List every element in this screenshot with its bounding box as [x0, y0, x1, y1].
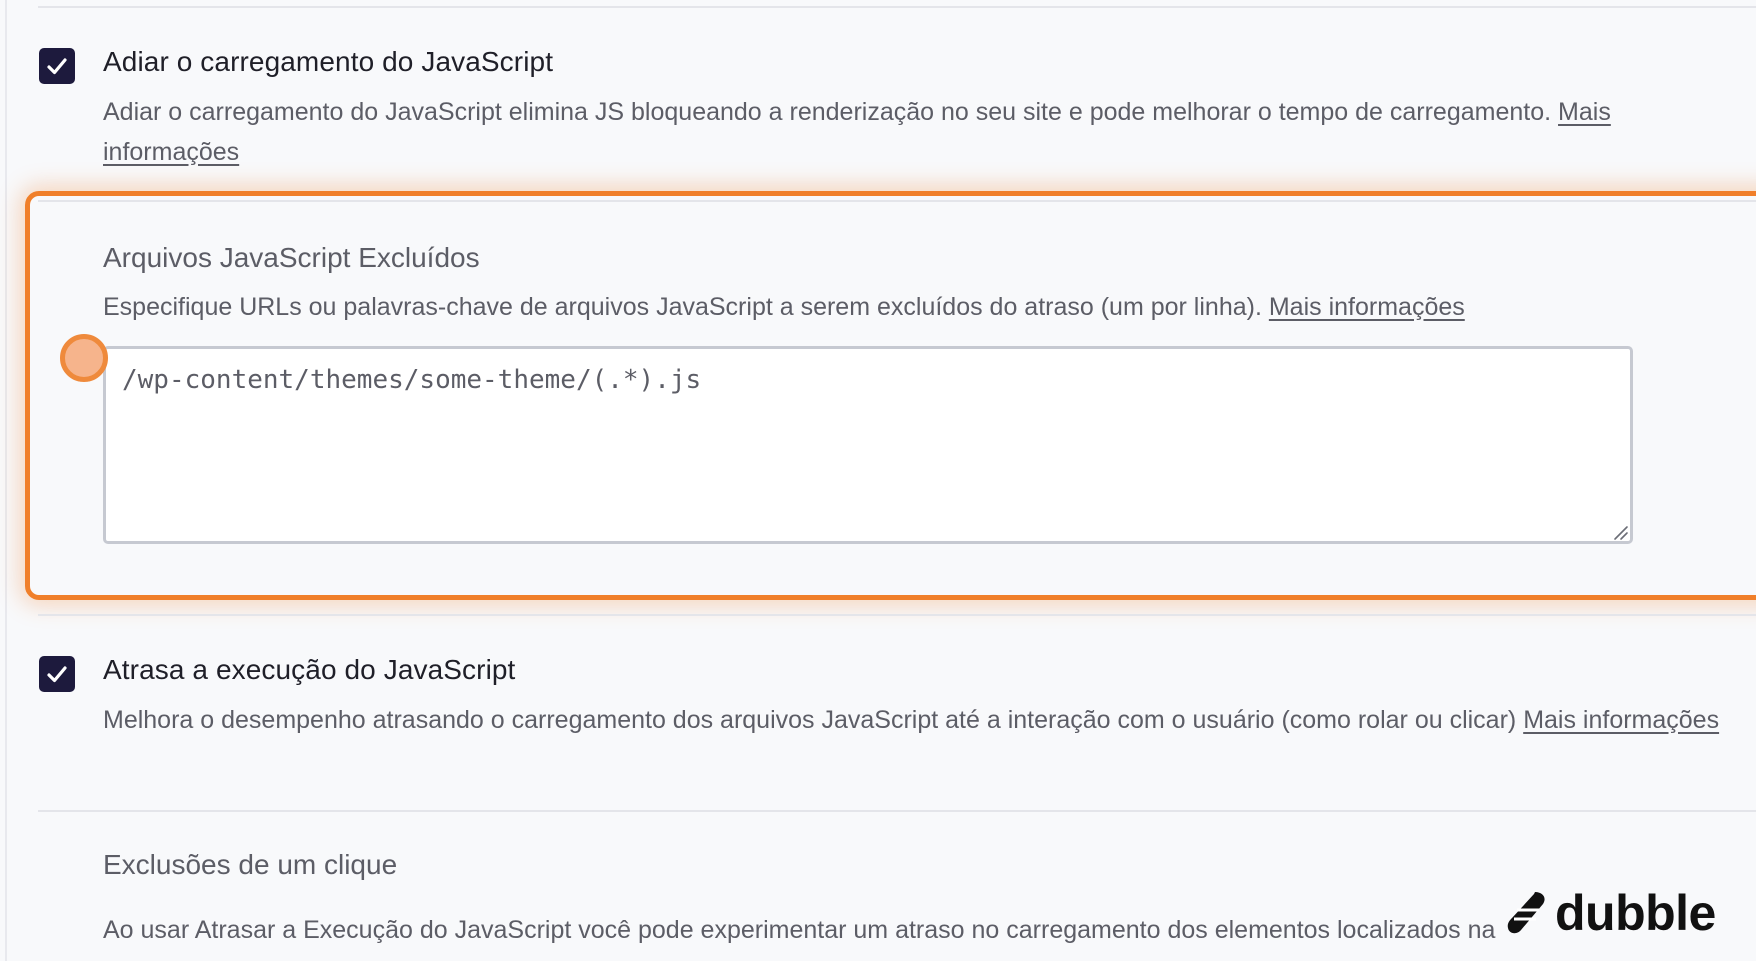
divider-bottom [38, 810, 1756, 812]
checkmark-icon [47, 666, 67, 683]
defer-js-title: Adiar o carregamento do JavaScript [103, 46, 554, 77]
defer-js-description: Adiar o carregamento do JavaScript elimi… [103, 92, 1743, 172]
divider-middle [38, 614, 1756, 616]
dubble-watermark: dubble [1505, 884, 1716, 942]
delay-js-description-text: Melhora o desempenho atrasando o carrega… [103, 706, 1524, 734]
delay-js-more-info-link[interactable]: Mais informações [1523, 706, 1719, 734]
excluded-files-title: Arquivos JavaScript Excluídos [103, 242, 480, 273]
excluded-files-description-text: Especifique URLs ou palavras-chave de ar… [103, 293, 1269, 321]
defer-js-description-text: Adiar o carregamento do JavaScript elimi… [103, 98, 1559, 126]
left-border [5, 0, 7, 961]
delay-js-checkbox[interactable] [39, 656, 75, 692]
click-indicator [60, 334, 108, 382]
one-click-exclusions-title: Exclusões de um clique [103, 849, 398, 880]
dubble-wordmark: dubble [1555, 885, 1716, 941]
excluded-files-textarea[interactable]: /wp-content/themes/some-theme/(.*).js [103, 346, 1633, 544]
excluded-files-more-info-link[interactable]: Mais informações [1269, 293, 1465, 321]
checkmark-icon [47, 58, 67, 75]
delay-js-title: Atrasa a execução do JavaScript [103, 654, 516, 685]
defer-js-checkbox[interactable] [39, 48, 75, 84]
divider-excluded-top [38, 200, 1756, 202]
excluded-files-description: Especifique URLs ou palavras-chave de ar… [103, 287, 1743, 327]
resize-handle-icon[interactable] [1611, 523, 1629, 541]
dubble-logo-icon [1507, 892, 1545, 934]
one-click-exclusions-description: Ao usar Atrasar a Execução do JavaScript… [103, 916, 1496, 944]
divider-top [38, 6, 1756, 8]
delay-js-description: Melhora o desempenho atrasando o carrega… [103, 700, 1743, 740]
